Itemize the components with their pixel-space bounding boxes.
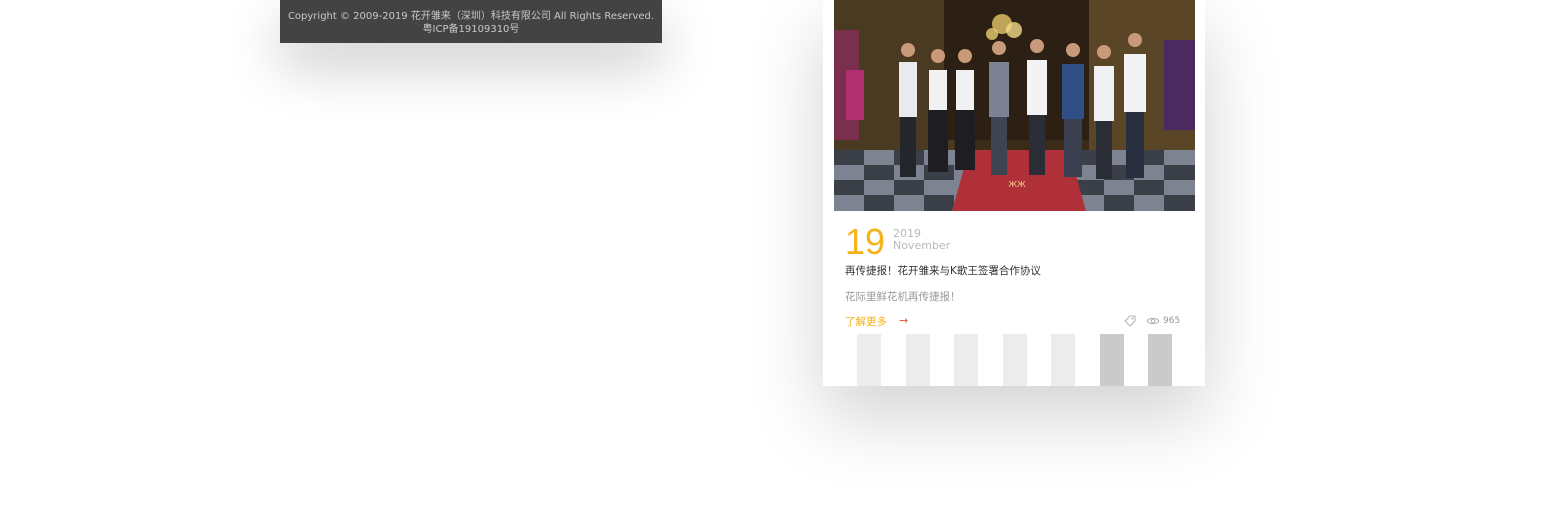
eye-icon [1146,317,1160,325]
pager-bar-1[interactable] [857,334,881,386]
pager-bar-3[interactable] [954,334,978,386]
arrow-right-icon[interactable]: → [899,314,908,328]
pager-bar-7[interactable] [1148,334,1172,386]
pager-bar-2[interactable] [906,334,930,386]
page: Copyright © 2009-2019 花开雏来（深圳）科技有限公司 All… [0,0,1546,522]
tag-icon[interactable] [1123,314,1137,328]
footer-icp[interactable]: 粤ICP备19109310号 [280,23,662,36]
pager-bars [823,334,1205,386]
pager-bar-5[interactable] [1051,334,1075,386]
pager-bar-6[interactable] [1100,334,1124,386]
news-photo[interactable]: ЖЖ [834,0,1195,211]
news-date-month: November [893,239,951,252]
news-card[interactable]: ЖЖ 19 2019 November 再传捷报！花开雏来与K歌王签署合作协议 … [823,0,1205,386]
site-footer: Copyright © 2009-2019 花开雏来（深圳）科技有限公司 All… [280,0,662,43]
news-description: 花际里鲜花机再传捷报！ [845,291,961,303]
svg-text:ЖЖ: ЖЖ [1008,180,1026,189]
view-count: 965 [1163,316,1181,326]
learn-more-link[interactable]: 了解更多 [845,315,887,329]
pager-bar-4[interactable] [1003,334,1027,386]
news-photo-image: ЖЖ [834,0,1195,211]
footer-copyright: Copyright © 2009-2019 花开雏来（深圳）科技有限公司 All… [287,11,655,22]
news-date-day: 19 [845,221,886,262]
news-title[interactable]: 再传捷报！花开雏来与K歌王签署合作协议 [845,264,1041,278]
